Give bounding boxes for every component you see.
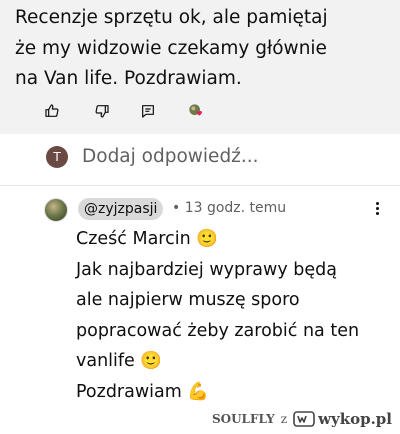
- dislike-icon[interactable]: [92, 101, 112, 121]
- reply-comment-line: ale najpierw muszę sporo: [76, 290, 300, 311]
- reply-comment-line: vanlife 🙂: [76, 351, 163, 372]
- comment-timestamp[interactable]: • 13 godz. temu: [172, 200, 286, 216]
- watermark-user: SOULFLY: [211, 412, 275, 426]
- reply-comment-text: Cześć Marcin 🙂 Jak najbardziej wyprawy b…: [76, 224, 396, 408]
- like-icon[interactable]: [42, 101, 62, 121]
- reply-comment-line: Cześć Marcin 🙂: [76, 229, 219, 249]
- watermark: SOULFLY z wykop.pl: [212, 410, 392, 428]
- parent-comment: Recenzje sprzętu ok, ale pamiętaj że my …: [0, 0, 400, 134]
- parent-comment-line: że my widzowie czekamy głównie: [15, 37, 327, 59]
- parent-comment-line: Recenzje sprzętu ok, ale pamiętaj: [15, 7, 328, 28]
- reply-comment-line: Pozdrawiam 💪: [76, 381, 210, 402]
- channel-avatar[interactable]: [44, 198, 68, 222]
- creator-heart-icon[interactable]: [186, 101, 206, 121]
- more-options-icon[interactable]: [369, 198, 385, 218]
- reply-comment-line: popracować żeby zarobić na ten: [76, 320, 360, 341]
- avatar: T: [46, 146, 68, 168]
- parent-comment-line: na Van life. Pozdrawiam.: [15, 68, 242, 89]
- parent-comment-text: Recenzje sprzętu ok, ale pamiętaj że my …: [15, 3, 395, 95]
- comment-actions: [0, 101, 400, 121]
- reply-comment-line: Jak najbardziej wyprawy będą: [76, 259, 337, 280]
- wykop-logo: wykop.pl: [293, 410, 392, 428]
- add-reply-input[interactable]: Dodaj odpowiedź...: [82, 146, 259, 167]
- reply-icon[interactable]: [138, 101, 158, 121]
- watermark-site: wykop.pl: [318, 410, 392, 428]
- channel-handle-badge[interactable]: @zyjzpasji: [78, 198, 164, 220]
- watermark-z: z: [280, 412, 288, 426]
- add-reply-row[interactable]: T Dodaj odpowiedź...: [0, 134, 400, 184]
- reply-comment: @zyjzpasji • 13 godz. temu Cześć Marcin …: [0, 186, 400, 406]
- wykop-logo-icon: [293, 411, 315, 427]
